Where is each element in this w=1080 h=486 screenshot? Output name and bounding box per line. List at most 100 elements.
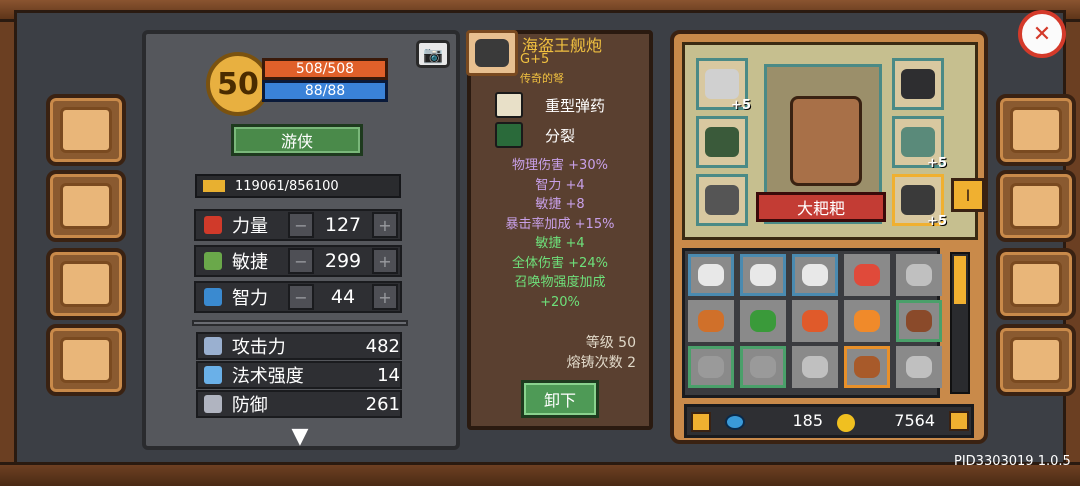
inventory-slot[interactable] bbox=[740, 300, 786, 342]
skill-tree-button[interactable] bbox=[996, 248, 1076, 320]
hp-bar: 508/508 bbox=[262, 58, 388, 80]
equip-slot-amulet[interactable] bbox=[696, 116, 748, 168]
inventory-slot[interactable] bbox=[844, 300, 890, 342]
item-bonus-list: 物理伤害 +30% 智力 +4 敏捷 +8 暴击率加成 +15% 敏捷 +4 全… bbox=[476, 156, 644, 312]
sword-icon bbox=[204, 337, 222, 355]
increase-agility-button[interactable]: + bbox=[372, 248, 398, 274]
screenshot-button[interactable]: 📷 bbox=[416, 40, 450, 68]
camera-icon: 📷 bbox=[423, 44, 443, 64]
scrollbar-thumb[interactable] bbox=[954, 256, 966, 304]
equip-slot-ring[interactable]: +5 bbox=[696, 58, 751, 113]
scroll-down-arrow-icon[interactable]: ▼ bbox=[276, 424, 324, 449]
settings-button[interactable] bbox=[996, 324, 1076, 396]
item-trait-heavy-ammo[interactable]: 重型弹药 bbox=[495, 92, 645, 118]
inventory-slot[interactable] bbox=[896, 254, 942, 296]
inventory-slot[interactable] bbox=[740, 254, 786, 296]
bag-icon[interactable] bbox=[691, 412, 711, 432]
bottom-wood-border bbox=[0, 462, 1080, 486]
gold-coin-icon bbox=[837, 414, 855, 432]
cannon-icon bbox=[901, 185, 935, 215]
combat-stat-attack: 攻击力 482 bbox=[196, 332, 402, 360]
helmet-button[interactable] bbox=[46, 324, 126, 396]
attribute-name: 敏捷 bbox=[232, 252, 268, 273]
hero-button[interactable] bbox=[996, 94, 1076, 166]
stat-value: 482 bbox=[365, 335, 400, 357]
trait-name: 分裂 bbox=[545, 126, 576, 145]
decrease-agility-button[interactable]: − bbox=[288, 248, 314, 274]
inventory-slot[interactable] bbox=[844, 346, 890, 388]
bonus-line: 物理伤害 +30% bbox=[512, 158, 608, 173]
feather-icon bbox=[204, 252, 222, 270]
inventory-slot[interactable] bbox=[792, 254, 838, 296]
orb-button[interactable] bbox=[46, 248, 126, 320]
codex-button[interactable] bbox=[46, 94, 126, 166]
bonus-line: 敏捷 +8 bbox=[535, 197, 585, 212]
feather-icon bbox=[750, 264, 776, 286]
stat-name: 防御 bbox=[231, 395, 268, 416]
gold-count: 7564 bbox=[894, 411, 935, 430]
shield-icon bbox=[204, 395, 222, 413]
inventory-slot[interactable] bbox=[896, 300, 942, 342]
bonus-line: 敏捷 +4 bbox=[535, 236, 585, 251]
inventory-slot[interactable] bbox=[688, 254, 734, 296]
bow-icon bbox=[698, 356, 724, 378]
inventory-slot[interactable] bbox=[792, 346, 838, 388]
quest-button[interactable] bbox=[46, 170, 126, 242]
gem-count: 185 bbox=[792, 411, 823, 430]
close-button[interactable]: ✕ bbox=[1018, 10, 1066, 58]
stats-divider bbox=[192, 320, 408, 326]
orb-icon bbox=[60, 261, 112, 307]
xp-bar: 119061/856100 bbox=[195, 174, 401, 198]
ring-icon bbox=[705, 69, 739, 99]
carrot-icon bbox=[854, 310, 880, 332]
grid-view-icon[interactable] bbox=[949, 411, 969, 431]
attribute-value: 44 bbox=[330, 286, 356, 308]
unequip-button[interactable]: 卸下 bbox=[521, 380, 599, 418]
skill-tree-icon bbox=[1010, 261, 1062, 307]
inventory-slot[interactable] bbox=[740, 346, 786, 388]
bonus-line: 召唤物强度加成 bbox=[514, 275, 606, 290]
inventory-slot[interactable] bbox=[688, 300, 734, 342]
enhance-label: +5 bbox=[927, 156, 947, 171]
build-id: PID3303019 1.0.5 bbox=[954, 454, 1071, 469]
feather-icon bbox=[698, 264, 724, 286]
loadout-tab[interactable]: I bbox=[951, 178, 985, 212]
stone-icon bbox=[906, 264, 932, 286]
gem-icon bbox=[725, 414, 745, 430]
decrease-intelligence-button[interactable]: − bbox=[288, 284, 314, 310]
chest-armor-icon bbox=[901, 127, 935, 157]
combat-stat-defense: 防御 261 bbox=[196, 390, 402, 418]
equip-slot-pet[interactable] bbox=[892, 58, 944, 110]
ammo-icon bbox=[495, 92, 523, 118]
attribute-row-agility: 敏捷 − 299 + bbox=[194, 245, 402, 277]
decrease-strength-button[interactable]: − bbox=[288, 212, 314, 238]
increase-intelligence-button[interactable]: + bbox=[372, 284, 398, 310]
helmet-icon bbox=[60, 337, 112, 383]
inventory-slot[interactable] bbox=[896, 346, 942, 388]
armor-icon bbox=[906, 356, 932, 378]
maple-leaf-icon bbox=[802, 310, 828, 332]
potion-icon bbox=[854, 264, 880, 286]
forge-button[interactable] bbox=[996, 170, 1076, 242]
combat-stat-spell-power: 法术强度 14 bbox=[196, 361, 402, 389]
attribute-row-strength: 力量 − 127 + bbox=[194, 209, 402, 241]
bow-icon bbox=[750, 356, 776, 378]
inventory-scrollbar[interactable] bbox=[950, 252, 970, 394]
stat-name: 攻击力 bbox=[231, 337, 286, 358]
class-button[interactable]: 游侠 bbox=[231, 124, 363, 156]
hero-helmet-icon bbox=[1010, 107, 1062, 153]
attribute-value: 299 bbox=[324, 250, 362, 272]
equip-slot-gloves[interactable] bbox=[696, 174, 748, 226]
attribute-value: 127 bbox=[324, 214, 362, 236]
inventory-slot[interactable] bbox=[792, 300, 838, 342]
forge-icon bbox=[1010, 183, 1062, 229]
fist-icon bbox=[204, 216, 222, 234]
increase-strength-button[interactable]: + bbox=[372, 212, 398, 238]
equip-slot-armor[interactable]: +5 bbox=[892, 116, 947, 171]
inventory-slot[interactable] bbox=[844, 254, 890, 296]
inventory-slot[interactable] bbox=[688, 346, 734, 388]
equip-slot-weapon[interactable]: +5 bbox=[892, 174, 947, 229]
trait-name: 重型弹药 bbox=[545, 96, 606, 115]
amulet-icon bbox=[705, 127, 739, 157]
item-trait-split[interactable]: 分裂 bbox=[495, 122, 645, 148]
